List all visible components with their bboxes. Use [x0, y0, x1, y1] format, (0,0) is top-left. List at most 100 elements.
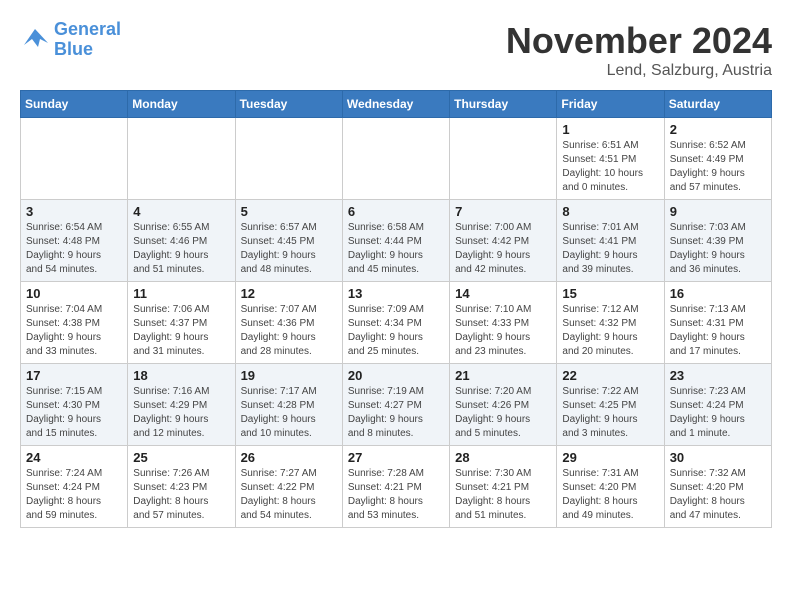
logo-text: General Blue — [54, 20, 121, 60]
day-number: 11 — [133, 286, 229, 301]
calendar-cell — [342, 118, 449, 200]
calendar-cell: 13 Sunrise: 7:09 AM Sunset: 4:34 PM Dayli… — [342, 282, 449, 364]
page-header: General Blue November 2024 Lend, Salzbur… — [20, 20, 772, 80]
day-info: Sunrise: 7:07 AM Sunset: 4:36 PM Dayligh… — [241, 303, 337, 359]
day-number: 12 — [241, 286, 337, 301]
calendar-header-row: SundayMondayTuesdayWednesdayThursdayFrid… — [21, 91, 772, 118]
calendar-cell: 28Sunrise: 7:30 AM Sunset: 4:21 PM Dayli… — [450, 446, 557, 528]
day-number: 24 — [26, 450, 122, 465]
day-info: Sunrise: 7:19 AM Sunset: 4:27 PM Dayligh… — [348, 385, 444, 441]
day-info: Sunrise: 7:20 AM Sunset: 4:26 PM Dayligh… — [455, 385, 551, 441]
weekday-header-thursday: Thursday — [450, 91, 557, 118]
day-number: 20 — [348, 368, 444, 383]
calendar-cell: 2 Sunrise: 6:52 AM Sunset: 4:49 PM Daylig… — [664, 118, 771, 200]
logo-icon — [20, 25, 50, 55]
day-info: Sunrise: 7:31 AM Sunset: 4:20 PM Dayligh… — [562, 467, 658, 523]
calendar-week-1: 1Sunrise: 6:51 AM Sunset: 4:51 PM Daylig… — [21, 118, 772, 200]
calendar-cell: 19Sunrise: 7:17 AM Sunset: 4:28 PM Dayli… — [235, 364, 342, 446]
calendar-week-5: 24 Sunrise: 7:24 AM Sunset: 4:24 PM Dayli… — [21, 446, 772, 528]
calendar-table: SundayMondayTuesdayWednesdayThursdayFrid… — [20, 90, 772, 528]
calendar-cell — [450, 118, 557, 200]
calendar-cell: 25Sunrise: 7:26 AM Sunset: 4:23 PM Dayli… — [128, 446, 235, 528]
day-number: 28 — [455, 450, 551, 465]
day-number: 22 — [562, 368, 658, 383]
logo: General Blue — [20, 20, 121, 60]
day-number: 5 — [241, 204, 337, 219]
day-number: 16 — [670, 286, 766, 301]
day-number: 10 — [26, 286, 122, 301]
day-info: Sunrise: 7:16 AM Sunset: 4:29 PM Dayligh… — [133, 385, 229, 441]
weekday-header-friday: Friday — [557, 91, 664, 118]
weekday-header-sunday: Sunday — [21, 91, 128, 118]
day-info: Sunrise: 7:04 AM Sunset: 4:38 PM Dayligh… — [26, 303, 122, 359]
day-info: Sunrise: 7:09 AM Sunset: 4:34 PM Dayligh… — [348, 303, 444, 359]
calendar-cell: 26Sunrise: 7:27 AM Sunset: 4:22 PM Dayli… — [235, 446, 342, 528]
calendar-cell: 16 Sunrise: 7:13 AM Sunset: 4:31 PM Dayli… — [664, 282, 771, 364]
day-number: 3 — [26, 204, 122, 219]
day-info: Sunrise: 7:12 AM Sunset: 4:32 PM Dayligh… — [562, 303, 658, 359]
calendar-cell: 30 Sunrise: 7:32 AM Sunset: 4:20 PM Dayli… — [664, 446, 771, 528]
calendar-week-4: 17 Sunrise: 7:15 AM Sunset: 4:30 PM Dayli… — [21, 364, 772, 446]
calendar-cell: 11 Sunrise: 7:06 AM Sunset: 4:37 PM Dayli… — [128, 282, 235, 364]
calendar-cell: 18 Sunrise: 7:16 AM Sunset: 4:29 PM Dayli… — [128, 364, 235, 446]
calendar-cell: 8 Sunrise: 7:01 AM Sunset: 4:41 PM Daylig… — [557, 200, 664, 282]
day-info: Sunrise: 7:28 AM Sunset: 4:21 PM Dayligh… — [348, 467, 444, 523]
calendar-cell: 7Sunrise: 7:00 AM Sunset: 4:42 PM Daylig… — [450, 200, 557, 282]
day-number: 2 — [670, 122, 766, 137]
day-number: 29 — [562, 450, 658, 465]
day-info: Sunrise: 7:06 AM Sunset: 4:37 PM Dayligh… — [133, 303, 229, 359]
day-info: Sunrise: 7:24 AM Sunset: 4:24 PM Dayligh… — [26, 467, 122, 523]
calendar-cell: 10 Sunrise: 7:04 AM Sunset: 4:38 PM Dayli… — [21, 282, 128, 364]
day-number: 18 — [133, 368, 229, 383]
day-number: 8 — [562, 204, 658, 219]
logo-line2: Blue — [54, 39, 93, 59]
day-info: Sunrise: 7:03 AM Sunset: 4:39 PM Dayligh… — [670, 221, 766, 277]
day-number: 21 — [455, 368, 551, 383]
day-info: Sunrise: 7:17 AM Sunset: 4:28 PM Dayligh… — [241, 385, 337, 441]
month-title: November 2024 — [506, 20, 772, 62]
calendar-week-2: 3 Sunrise: 6:54 AM Sunset: 4:48 PM Daylig… — [21, 200, 772, 282]
weekday-header-monday: Monday — [128, 91, 235, 118]
day-info: Sunrise: 7:01 AM Sunset: 4:41 PM Dayligh… — [562, 221, 658, 277]
weekday-header-wednesday: Wednesday — [342, 91, 449, 118]
day-number: 15 — [562, 286, 658, 301]
day-number: 30 — [670, 450, 766, 465]
calendar-cell: 22 Sunrise: 7:22 AM Sunset: 4:25 PM Dayli… — [557, 364, 664, 446]
calendar-cell: 24 Sunrise: 7:24 AM Sunset: 4:24 PM Dayli… — [21, 446, 128, 528]
calendar-cell: 20 Sunrise: 7:19 AM Sunset: 4:27 PM Dayli… — [342, 364, 449, 446]
calendar-cell: 17 Sunrise: 7:15 AM Sunset: 4:30 PM Dayli… — [21, 364, 128, 446]
day-number: 25 — [133, 450, 229, 465]
day-info: Sunrise: 7:15 AM Sunset: 4:30 PM Dayligh… — [26, 385, 122, 441]
day-info: Sunrise: 6:58 AM Sunset: 4:44 PM Dayligh… — [348, 221, 444, 277]
day-number: 14 — [455, 286, 551, 301]
calendar-cell — [235, 118, 342, 200]
day-info: Sunrise: 7:22 AM Sunset: 4:25 PM Dayligh… — [562, 385, 658, 441]
location-text: Lend, Salzburg, Austria — [506, 62, 772, 80]
day-info: Sunrise: 6:54 AM Sunset: 4:48 PM Dayligh… — [26, 221, 122, 277]
day-number: 6 — [348, 204, 444, 219]
calendar-week-3: 10 Sunrise: 7:04 AM Sunset: 4:38 PM Dayli… — [21, 282, 772, 364]
day-number: 4 — [133, 204, 229, 219]
calendar-cell: 1Sunrise: 6:51 AM Sunset: 4:51 PM Daylig… — [557, 118, 664, 200]
day-info: Sunrise: 7:13 AM Sunset: 4:31 PM Dayligh… — [670, 303, 766, 359]
day-info: Sunrise: 7:27 AM Sunset: 4:22 PM Dayligh… — [241, 467, 337, 523]
weekday-header-saturday: Saturday — [664, 91, 771, 118]
day-info: Sunrise: 6:51 AM Sunset: 4:51 PM Dayligh… — [562, 139, 658, 195]
calendar-cell: 27Sunrise: 7:28 AM Sunset: 4:21 PM Dayli… — [342, 446, 449, 528]
day-info: Sunrise: 6:52 AM Sunset: 4:49 PM Dayligh… — [670, 139, 766, 195]
day-number: 7 — [455, 204, 551, 219]
calendar-cell: 12 Sunrise: 7:07 AM Sunset: 4:36 PM Dayli… — [235, 282, 342, 364]
day-number: 13 — [348, 286, 444, 301]
title-section: November 2024 Lend, Salzburg, Austria — [506, 20, 772, 80]
calendar-cell: 9Sunrise: 7:03 AM Sunset: 4:39 PM Daylig… — [664, 200, 771, 282]
calendar-cell: 15 Sunrise: 7:12 AM Sunset: 4:32 PM Dayli… — [557, 282, 664, 364]
calendar-cell: 14 Sunrise: 7:10 AM Sunset: 4:33 PM Dayli… — [450, 282, 557, 364]
calendar-cell: 21 Sunrise: 7:20 AM Sunset: 4:26 PM Dayli… — [450, 364, 557, 446]
calendar-cell: 5Sunrise: 6:57 AM Sunset: 4:45 PM Daylig… — [235, 200, 342, 282]
day-info: Sunrise: 7:23 AM Sunset: 4:24 PM Dayligh… — [670, 385, 766, 441]
day-info: Sunrise: 7:10 AM Sunset: 4:33 PM Dayligh… — [455, 303, 551, 359]
day-number: 17 — [26, 368, 122, 383]
calendar-cell: 3 Sunrise: 6:54 AM Sunset: 4:48 PM Daylig… — [21, 200, 128, 282]
day-info: Sunrise: 6:55 AM Sunset: 4:46 PM Dayligh… — [133, 221, 229, 277]
day-info: Sunrise: 7:32 AM Sunset: 4:20 PM Dayligh… — [670, 467, 766, 523]
